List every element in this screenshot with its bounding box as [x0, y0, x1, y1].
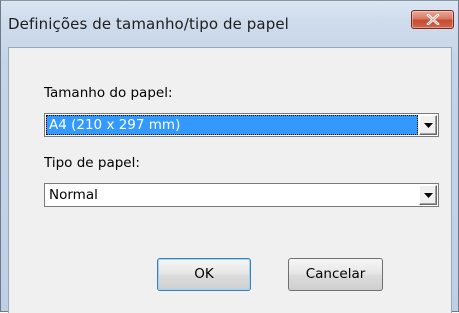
paper-type-select[interactable]: Normal [44, 183, 439, 207]
title-bar[interactable]: Definições de tamanho/tipo de papel [1, 1, 458, 47]
paper-type-label: Tipo de papel: [44, 155, 140, 171]
paper-type-dropdown-button[interactable] [419, 185, 437, 205]
chevron-down-icon [424, 123, 433, 128]
paper-size-select[interactable]: A4 (210 x 297 mm) [44, 113, 439, 137]
paper-size-value: A4 (210 x 297 mm) [46, 115, 418, 135]
paper-type-value: Normal [46, 185, 418, 205]
cancel-button[interactable]: Cancelar [288, 258, 383, 291]
ok-button[interactable]: OK [157, 258, 251, 291]
paper-size-dropdown-button[interactable] [419, 115, 437, 135]
window-title: Definições de tamanho/tipo de papel [8, 15, 289, 33]
close-button[interactable] [411, 10, 454, 29]
chevron-down-icon [424, 193, 433, 198]
dialog-window: Definições de tamanho/tipo de papel Tama… [0, 0, 459, 312]
close-icon [426, 14, 440, 25]
paper-size-label: Tamanho do papel: [44, 85, 173, 101]
